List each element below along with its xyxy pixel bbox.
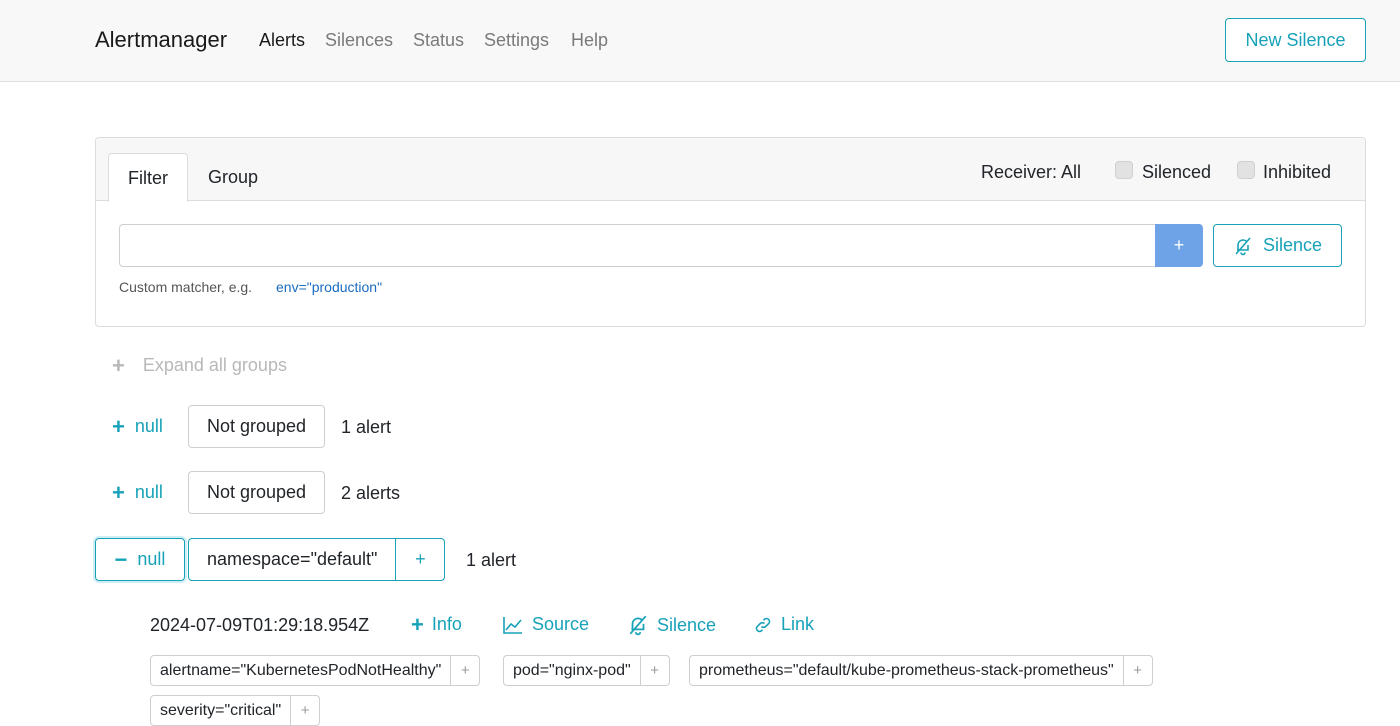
group-count-3: 1 alert	[466, 550, 517, 570]
filter-card-header: Filter Group Receiver: All Silenced Inhi…	[96, 138, 1365, 202]
group-toggle-label: null	[134, 482, 163, 502]
group-count-1: 1 alert	[341, 417, 392, 437]
bell-slash-icon	[1233, 236, 1253, 256]
alert-label-severity: severity="critical" +	[150, 695, 321, 726]
receiver-dropdown[interactable]: Receiver: All	[981, 162, 1081, 183]
new-silence-button[interactable]: New Silence	[1225, 18, 1366, 62]
alert-link-button[interactable]: Link	[753, 614, 814, 635]
tab-filter[interactable]: Filter	[108, 153, 188, 202]
nav-settings[interactable]: Settings	[484, 30, 549, 51]
silenced-label: Silenced	[1142, 162, 1212, 182]
silence-filter-button[interactable]: Silence	[1213, 224, 1342, 267]
label-add-button[interactable]: +	[451, 656, 479, 685]
filter-input[interactable]	[119, 224, 1155, 267]
silence-filter-label: Silence	[1262, 235, 1323, 255]
group-matcher-label: namespace="default"	[189, 539, 397, 580]
group-toggle-label: null	[137, 549, 166, 569]
alert-silence-button[interactable]: Silence	[627, 614, 716, 636]
nav-help[interactable]: Help	[571, 30, 608, 51]
filter-card: Filter Group Receiver: All Silenced Inhi…	[95, 137, 1366, 327]
label-text: severity="critical"	[151, 696, 292, 725]
label-add-button[interactable]: +	[291, 696, 319, 725]
nav-silences[interactable]: Silences	[325, 30, 393, 51]
alert-label-alertname: alertname="KubernetesPodNotHealthy" +	[150, 655, 481, 686]
alert-source-button[interactable]: Source	[502, 614, 589, 635]
plus-icon: +	[112, 352, 125, 378]
silenced-checkbox[interactable]	[1115, 161, 1133, 179]
alert-label-prometheus: prometheus="default/kube-prometheus-stac…	[689, 655, 1153, 686]
group-label-2: Not grouped	[188, 471, 326, 514]
inhibited-label: Inhibited	[1263, 162, 1332, 182]
brand-logo[interactable]: Alertmanager	[95, 27, 227, 53]
label-text: pod="nginx-pod"	[504, 656, 641, 685]
chart-line-icon	[502, 615, 524, 635]
alert-silence-label: Silence	[657, 614, 717, 635]
group-toggle-2[interactable]: + null	[112, 479, 163, 505]
plus-icon: +	[112, 479, 125, 505]
group-matcher-3: namespace="default" +	[188, 538, 446, 581]
alert-source-label: Source	[532, 614, 590, 634]
alert-info-button[interactable]: + Info	[411, 611, 462, 637]
inhibited-checkbox[interactable]	[1237, 161, 1255, 179]
group-label-1: Not grouped	[188, 405, 326, 448]
alert-label-pod: pod="nginx-pod" +	[503, 655, 670, 686]
tab-group[interactable]: Group	[208, 153, 258, 202]
matcher-hint: Custom matcher, e.g.	[119, 279, 253, 295]
label-add-button[interactable]: +	[641, 656, 669, 685]
matcher-hint-example[interactable]: env="production"	[276, 279, 382, 295]
label-text: alertname="KubernetesPodNotHealthy"	[151, 656, 452, 685]
nav-alerts[interactable]: Alerts	[259, 30, 305, 51]
bell-slash-icon	[627, 614, 649, 636]
label-add-button[interactable]: +	[1124, 656, 1152, 685]
nav-status[interactable]: Status	[413, 30, 464, 51]
alert-link-label: Link	[781, 614, 815, 634]
add-matcher-button[interactable]: +	[1155, 224, 1203, 267]
alert-info-label: Info	[431, 614, 462, 634]
expand-all-groups[interactable]: + Expand all groups	[112, 352, 287, 378]
group-count-2: 2 alerts	[341, 483, 401, 503]
link-icon	[753, 615, 773, 635]
minus-icon: −	[114, 546, 128, 572]
group-toggle-3[interactable]: − null	[95, 538, 185, 581]
group-toggle-label: null	[134, 416, 163, 436]
group-matcher-add-button[interactable]: +	[396, 539, 444, 580]
plus-icon: +	[112, 413, 125, 439]
group-toggle-1[interactable]: + null	[112, 413, 163, 439]
label-text: prometheus="default/kube-prometheus-stac…	[690, 656, 1124, 685]
alert-timestamp: 2024-07-09T01:29:18.954Z	[150, 615, 370, 635]
expand-all-label: Expand all groups	[142, 355, 287, 375]
plus-icon: +	[411, 611, 424, 637]
navbar: Alertmanager Alerts Silences Status Sett…	[0, 0, 1400, 82]
